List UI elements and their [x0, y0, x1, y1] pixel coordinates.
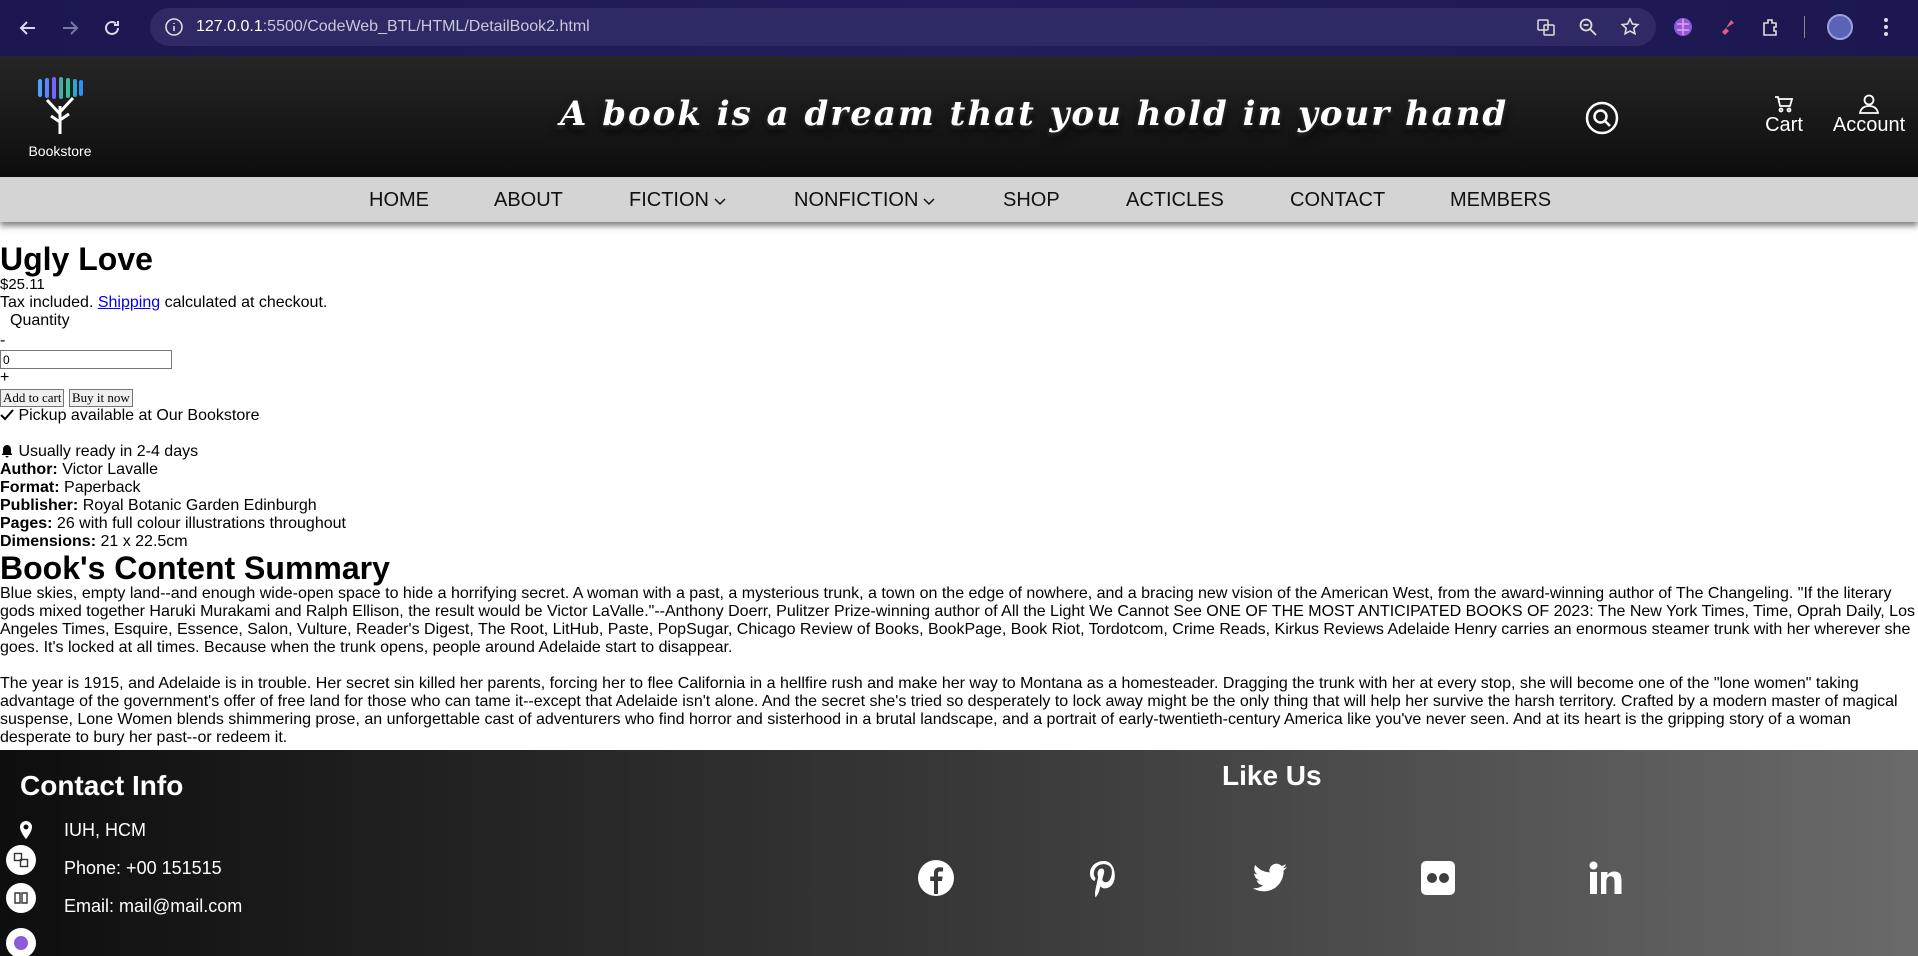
product-specs: Author: Victor Lavalle Format: Paperback…	[0, 461, 1918, 551]
product-price: $25.11	[0, 276, 45, 293]
nav-acticles-label: ACTICLES	[1126, 189, 1224, 211]
search-button[interactable]	[1584, 100, 1620, 136]
puzzle-icon[interactable]	[1760, 16, 1782, 38]
main-nav: HOME ABOUT FICTION NONFICTION SHOP ACTIC…	[0, 177, 1918, 222]
summary-paragraph-1: Blue skies, empty land--and enough wide-…	[0, 585, 1915, 656]
nav-nonfiction[interactable]: NONFICTION	[794, 189, 936, 212]
nav-home-label: HOME	[369, 189, 429, 211]
side-translate-button[interactable]	[6, 845, 36, 875]
ready-text: Usually ready in 2-4 days	[18, 443, 199, 460]
pin-extension-icon[interactable]	[1716, 16, 1738, 38]
browser-toolbar: 127.0.0.1:5500/CodeWeb_BTL/HTML/DetailBo…	[0, 0, 1918, 56]
translate-icon[interactable]	[1536, 17, 1556, 37]
spec-author: Author: Victor Lavalle	[0, 461, 158, 478]
nav-members[interactable]: MEMBERS	[1450, 189, 1551, 212]
forward-button[interactable]	[52, 10, 88, 46]
chevron-down-icon	[714, 197, 726, 205]
zoom-icon[interactable]	[1578, 17, 1598, 37]
summary-paragraph-2: The year is 1915, and Adelaide is in tro…	[0, 675, 1898, 746]
pickup-info: Pickup available at Our Bookstore	[0, 407, 1918, 425]
linkedin-icon[interactable]	[1586, 858, 1626, 898]
address-bar[interactable]: 127.0.0.1:5500/CodeWeb_BTL/HTML/DetailBo…	[150, 8, 1656, 46]
pinterest-icon[interactable]	[1084, 858, 1124, 898]
shipping-link[interactable]: Shipping	[98, 294, 160, 311]
nav-fiction-label: FICTION	[629, 189, 709, 211]
quantity-minus[interactable]: -	[0, 332, 1918, 350]
nav-acticles[interactable]: ACTICLES	[1126, 189, 1224, 212]
nav-contact[interactable]: CONTACT	[1290, 189, 1385, 212]
spec-format: Format: Paperback	[0, 479, 141, 496]
nav-shop-label: SHOP	[1003, 189, 1060, 211]
book-icon	[14, 892, 28, 904]
tax-prefix: Tax included.	[0, 294, 94, 311]
side-book-button[interactable]	[6, 883, 36, 913]
nav-nonfiction-label: NONFICTION	[794, 189, 919, 211]
bookmark-star-icon[interactable]	[1620, 17, 1640, 37]
quantity-label: Quantity	[10, 312, 70, 329]
logo[interactable]: Bookstore	[20, 76, 100, 159]
contact-title: Contact Info	[20, 770, 184, 801]
back-button[interactable]	[10, 10, 46, 46]
check-icon	[0, 409, 14, 421]
tax-suffix: calculated at checkout.	[164, 294, 328, 311]
logo-text: Bookstore	[28, 143, 92, 159]
spec-pages: Pages: 26 with full colour illustrations…	[0, 515, 346, 532]
toolbar-divider	[1804, 16, 1805, 38]
twitter-icon[interactable]	[1250, 858, 1290, 898]
tree-logo-icon	[38, 77, 83, 134]
contact-email: Email: mail@mail.com	[64, 896, 243, 916]
account-button[interactable]: Account	[1832, 94, 1906, 137]
nav-home[interactable]: HOME	[369, 189, 429, 212]
translate-icon	[13, 852, 29, 868]
side-brain-button[interactable]	[6, 928, 36, 956]
site-footer: Contact Info IUH, HCM Phone: +00 151515 …	[0, 750, 1918, 956]
site-header: Bookstore A book is a dream that you hol…	[0, 56, 1918, 177]
nav-about-label: ABOUT	[494, 189, 563, 211]
like-title: Like Us	[1222, 760, 1322, 791]
purchase-buttons: Add to cart Buy it now	[0, 389, 1918, 407]
buy-now-button[interactable]: Buy it now	[68, 389, 133, 407]
spec-dimensions: Dimensions: 21 x 22.5cm	[0, 533, 188, 550]
arrow-right-icon	[63, 21, 79, 35]
product-title: Ugly Love	[0, 241, 153, 277]
facebook-icon[interactable]	[916, 858, 956, 898]
quantity-plus[interactable]: +	[0, 369, 1918, 387]
nav-members-label: MEMBERS	[1450, 189, 1552, 211]
flickr-icon[interactable]	[1418, 858, 1458, 898]
info-icon[interactable]	[164, 17, 184, 37]
brain-icon	[14, 936, 28, 950]
contact-phone: Phone: +00 151515	[64, 858, 222, 878]
user-icon	[1858, 94, 1880, 114]
cart-icon	[1775, 96, 1794, 113]
cart-label: Cart	[1765, 114, 1803, 136]
contact-address: IUH, HCM	[64, 820, 146, 840]
add-to-cart-button[interactable]: Add to cart	[0, 389, 65, 407]
nav-about[interactable]: ABOUT	[494, 189, 563, 212]
chevron-down-icon	[923, 197, 935, 205]
reload-icon	[105, 20, 119, 35]
slogan: A book is a dream that you hold in your …	[560, 94, 1509, 134]
product-detail: Ugly Love $25.11 Tax included. Shipping …	[0, 242, 1918, 747]
nav-fiction[interactable]: FICTION	[629, 189, 727, 212]
ready-info: Usually ready in 2-4 days	[0, 443, 1918, 461]
location-pin-icon	[20, 821, 32, 839]
profile-avatar[interactable]	[1827, 14, 1853, 40]
cart-button[interactable]: Cart	[1762, 94, 1806, 137]
bell-icon	[1, 445, 13, 458]
pickup-text: Pickup available at Our Bookstore	[18, 407, 260, 424]
nav-shop[interactable]: SHOP	[1003, 189, 1060, 212]
summary-title: Book's Content Summary	[0, 550, 390, 586]
more-vertical-icon[interactable]	[1875, 16, 1897, 38]
account-label: Account	[1832, 114, 1906, 136]
spec-publisher: Publisher: Royal Botanic Garden Edinburg…	[0, 497, 317, 514]
quantity-input[interactable]	[0, 350, 172, 369]
brain-extension-icon[interactable]	[1672, 16, 1694, 38]
reload-button[interactable]	[94, 10, 130, 46]
tax-note: Tax included. Shipping calculated at che…	[0, 294, 1918, 312]
search-icon	[1585, 101, 1619, 135]
arrow-left-icon	[19, 21, 35, 35]
nav-contact-label: CONTACT	[1290, 189, 1386, 211]
url-text[interactable]: 127.0.0.1:5500/CodeWeb_BTL/HTML/DetailBo…	[196, 18, 590, 36]
